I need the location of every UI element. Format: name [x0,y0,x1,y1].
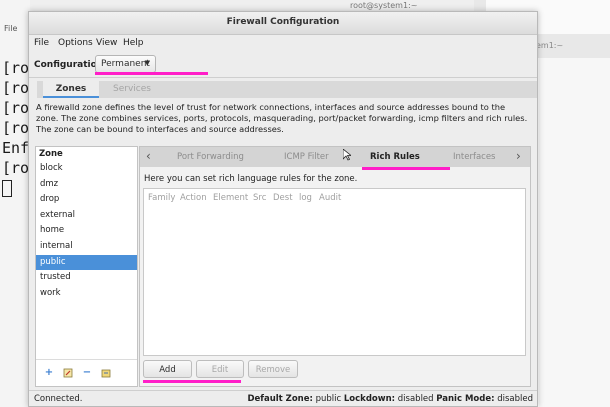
zone-item-drop[interactable]: drop [36,192,137,208]
menu-options[interactable]: Options [58,38,93,48]
background-title: root@system1:~ [350,1,418,10]
annotation-underline [143,380,241,383]
column-dest[interactable]: Dest [273,193,293,203]
main-tabbar: Zones Services [37,81,537,98]
menu-view[interactable]: View [96,38,117,48]
lockdown-label: Lockdown: [343,394,396,404]
menubar: File Options View Help [29,35,537,51]
add-rule-button[interactable]: Add [143,360,192,378]
status-summary: Default Zone: public Lockdown: disabled … [247,394,533,404]
tab-services[interactable]: Services [107,81,157,98]
configuration-dropdown[interactable]: Permanent ▼ [95,55,156,73]
remove-icon[interactable]: − [82,368,92,378]
terminal-line: [ro [2,119,30,137]
zone-toolbar: + − [36,359,137,387]
terminal-line: [ro [2,99,30,117]
menu-help[interactable]: Help [123,38,144,48]
remove-rule-button[interactable]: Remove [248,360,298,378]
column-element[interactable]: Element [213,193,248,203]
add-icon[interactable]: + [44,368,54,378]
table-header: Family Action Element Src Dest log Audit [144,189,525,207]
zone-item-external[interactable]: external [36,208,137,224]
column-family[interactable]: Family [148,193,175,203]
menu-file[interactable]: File [34,38,49,48]
tab-zones[interactable]: Zones [43,81,99,98]
configuration-value: Permanent [101,59,150,69]
terminal-line: [ro [2,59,30,77]
window-title: Firewall Configuration [226,17,340,27]
separator [29,77,537,78]
zone-item-internal[interactable]: internal [36,239,137,255]
zone-item-trusted[interactable]: trusted [36,270,137,286]
zone-item-public[interactable]: public [36,254,137,271]
mouse-pointer-icon [342,148,353,164]
background-terminal: File [ro [ro [ro [ro Enf [ro [0,0,31,407]
window-titlebar[interactable]: Firewall Configuration [29,12,537,35]
terminal-cursor [2,180,12,197]
zone-description: A firewalld zone defines the level of tr… [36,102,528,134]
lockdown-value: disabled [397,394,434,404]
column-audit[interactable]: Audit [319,193,341,203]
zone-list-header: Zone [39,149,63,159]
tab-rich-rules[interactable]: Rich Rules [370,152,420,162]
edit-icon[interactable] [63,368,73,378]
firewall-config-window: Firewall Configuration File Options View… [28,11,538,407]
connection-status: Connected. [34,394,83,404]
background-pane [539,58,610,407]
terminal-line: [ro [2,79,30,97]
annotation-underline [95,72,208,75]
zone-item-block[interactable]: block [36,161,137,177]
statusbar: Connected. Default Zone: public Lockdown… [29,390,537,407]
settings-tabbar: ‹ Port Forwarding ICMP Filter Rich Rules… [140,147,530,167]
panic-mode-label: Panic Mode: [436,394,495,404]
edit-rule-button[interactable]: Edit [196,360,244,378]
tab-port-forwarding[interactable]: Port Forwarding [177,152,244,162]
zone-item-home[interactable]: home [36,223,137,239]
terminal-menu-file: File [4,24,18,33]
background-tab-label: em1:~ [536,41,564,50]
load-defaults-icon[interactable] [101,368,111,378]
terminal-line: [ro [2,159,30,177]
default-zone-label: Default Zone: [247,394,313,404]
tab-icmp-filter[interactable]: ICMP Filter [284,152,329,162]
terminal-line: Enf [2,139,30,157]
tab-interfaces[interactable]: Interfaces [453,152,495,162]
column-log[interactable]: log [299,193,312,203]
rich-rules-table[interactable]: Family Action Element Src Dest log Audit [143,188,526,356]
dropdown-arrow-icon: ▼ [144,59,150,67]
column-src[interactable]: Src [253,193,266,203]
zone-list: block dmz drop external home internal pu… [36,161,137,301]
tab-scroll-left-icon[interactable]: ‹ [146,149,151,163]
column-action[interactable]: Action [180,193,207,203]
rich-rules-hint: Here you can set rich language rules for… [144,174,358,184]
default-zone-value: public [315,394,342,404]
terminal-output: [ro [ro [ro [ro Enf [ro [2,58,29,198]
zone-item-dmz[interactable]: dmz [36,177,137,193]
zone-item-work[interactable]: work [36,286,137,302]
zone-list-panel: Zone block dmz drop external home intern… [35,146,138,387]
annotation-underline [362,167,450,170]
panic-mode-value: disabled [497,394,533,404]
tab-scroll-right-icon[interactable]: › [516,149,521,163]
zone-settings-panel: ‹ Port Forwarding ICMP Filter Rich Rules… [139,146,531,387]
